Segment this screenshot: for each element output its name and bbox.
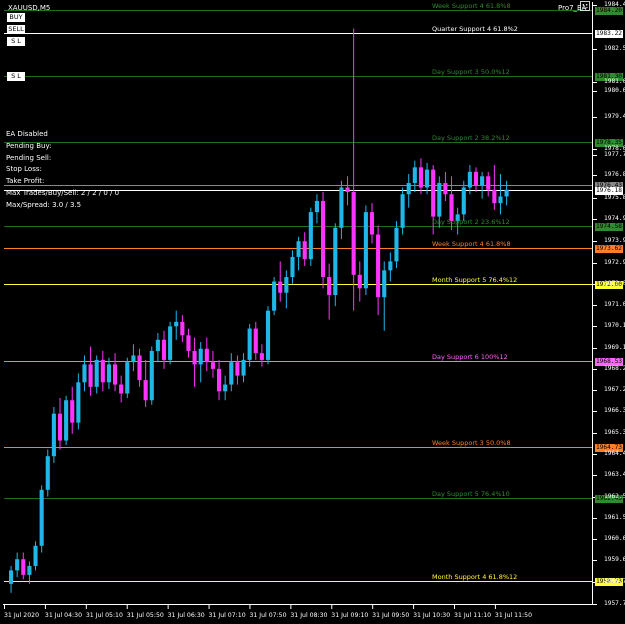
time-tick-label: 31 Jul 10:30 [413,612,451,619]
smiley-icon [580,1,590,11]
price-tick-label: 1976.85 [604,171,625,178]
time-tick-label: 31 Jul 05:50 [126,612,164,619]
time-tick-label: 31 Jul 11:10 [454,612,492,619]
time-tick-label: 31 Jul 08:30 [290,612,328,619]
price-tick-label: 1967.25 [604,386,625,393]
price-tick-label: 1984.45 [604,1,625,8]
price-tick-label: 1982.50 [604,45,625,52]
symbol-title: XAUUSD,M5 [8,4,51,12]
price-tick-label: 1977.75 [604,151,625,158]
price-tick-label: 1963.45 [604,471,625,478]
info-line-pending-buy: Pending Buy: [6,141,52,150]
info-line-spread: Max/Spread: 3.0 / 3.5 [6,200,82,209]
level-label-5: Week Support 4 61.8%8 [432,239,511,248]
time-tick-label: 31 Jul 09:10 [331,612,369,619]
price-tick-label: 1974.90 [604,215,625,222]
price-tick-label: 1959.65 [604,556,625,563]
price-tick-label: 1966.30 [604,407,625,414]
price-tick-label: 1971.05 [604,301,625,308]
time-tick-label: 31 Jul 11:50 [494,612,533,619]
price-tick-label: 1957.70 [604,600,625,607]
price-tick-label: 1981.00 [604,78,625,85]
info-line-status: EA Disabled [6,130,48,138]
time-tick-label: 31 Jul 05:10 [85,612,123,619]
price-tick-label: 1979.45 [604,113,625,120]
time-tick-label: 31 Jul 07:10 [208,612,246,619]
price-tick-label: 1962.50 [604,493,625,500]
level-price-badge-1: 1983.22 [595,29,623,38]
price-tick-label: 1965.35 [604,429,625,436]
plot-border [3,2,593,605]
level-label-10: Month Support 4 61.8%12 [432,572,518,581]
level-label-0: Week Support 4 61.8%8 [432,1,511,10]
info-line-take-profit: Take Profit: [6,177,45,186]
price-tick-label: 1958.70 [604,578,625,585]
price-tick-label: 1980.60 [604,87,625,94]
price-tick-label: 1968.20 [604,365,625,372]
price-tick-label: 1970.10 [604,322,625,329]
level-label-6: Month Support 5 76.4%12 [432,275,518,284]
price-tick-label: 1975.85 [604,194,625,201]
info-line-pending-sell: Pending Sell: [6,153,52,162]
chart-window: XAUUSD,M5 Pro7_EA BUY SELL S L S L EA Di… [0,0,625,624]
stoploss-top-button[interactable]: S L [7,37,25,46]
price-tick-label: 1969.15 [604,344,625,351]
level-label-9: Day Support 5 76.4%10 [432,489,510,498]
sell-button[interactable]: SELL [7,25,25,34]
price-tick-label: 1961.55 [604,514,625,521]
time-tick-label: 31 Jul 07:50 [249,612,287,619]
level-label-1: Quarter Support 4 61.8%2 [432,24,518,33]
buy-button[interactable]: BUY [7,13,25,22]
price-tick-label: 1972.95 [604,259,625,266]
time-tick-label: 31 Jul 09:50 [372,612,410,619]
level-label-3: Day Support 2 38.2%12 [432,133,510,142]
info-line-stop-loss: Stop Loss: [6,165,42,174]
time-tick-label: 31 Jul 2020 [4,612,40,619]
info-line-max-trades: Max Trades/Buy/Sell: 2 / 2 / 0 / 0 [6,188,120,197]
level-label-7: Day Support 6 100%12 [432,352,508,361]
level-label-8: Week Support 3 50.0%8 [432,438,511,447]
ea-info-panel: EA Disabled Pending Buy: Pending Sell: S… [6,129,119,212]
level-price-badge-5: 1973.62 [595,244,623,253]
price-tick-label: 1973.90 [604,237,625,244]
level-label-4: Day Support 2 23.6%12 [432,217,510,226]
price-tick-label: 1960.60 [604,535,625,542]
level-price-badge-4: 1974.58 [595,222,623,231]
price-tick-label: 1972.00 [604,280,625,287]
level-label-2: Day Support 3 50.0%12 [432,67,510,76]
time-tick-label: 31 Jul 06:30 [167,612,205,619]
time-tick-label: 31 Jul 04:30 [44,612,83,619]
price-tick-label: 1964.40 [604,450,625,457]
stoploss-bottom-button[interactable]: S L [7,72,25,81]
